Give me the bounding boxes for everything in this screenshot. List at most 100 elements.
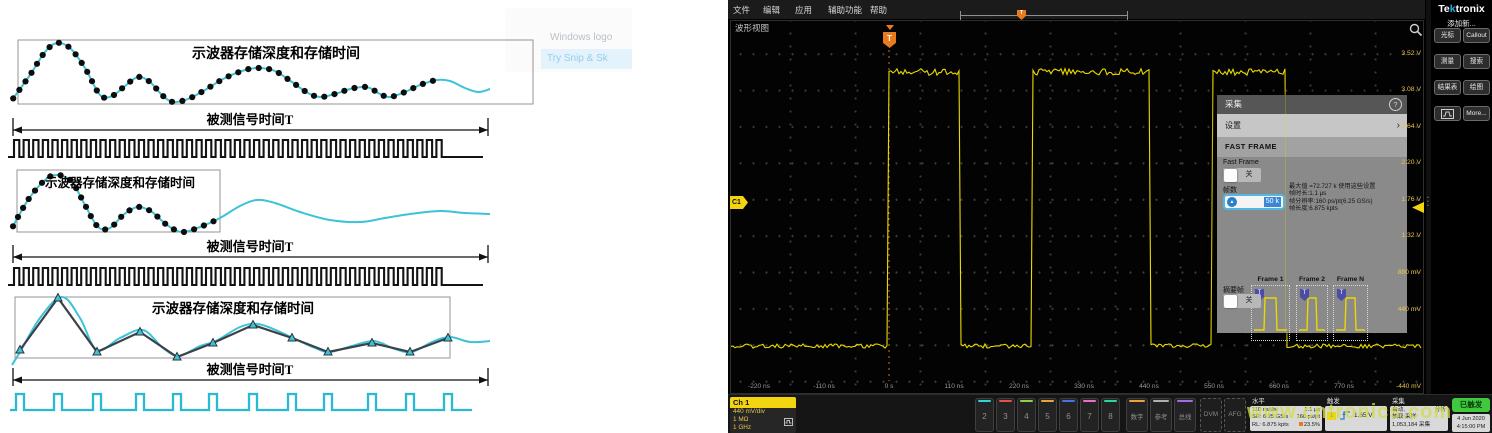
sidebar-button-绘图[interactable]: 绘图 <box>1463 80 1490 95</box>
panel-titlebar[interactable]: 采集 ? <box>1217 95 1407 114</box>
channel-3-button[interactable]: 3 <box>996 398 1015 432</box>
sample-point-dot <box>256 65 262 71</box>
fastframe-label: Fast Frame <box>1223 159 1259 166</box>
channel-2-button[interactable]: 2 <box>975 398 994 432</box>
group-button-总线[interactable]: 总线 <box>1174 398 1196 432</box>
storage-depth-title: 示波器存储深度和存储时间 <box>152 300 314 316</box>
channel-number: 3 <box>997 412 1014 421</box>
group-color-stripe <box>1153 400 1169 402</box>
channel-number: 6 <box>1060 412 1077 421</box>
x-axis-label: 220 ns <box>997 383 1041 390</box>
signal-time-label: 被测信号时间T <box>206 112 294 127</box>
y-axis-label: 440 mV <box>1373 306 1421 313</box>
group-button-数字[interactable]: 数字 <box>1126 398 1148 432</box>
channel-color-stripe <box>1104 400 1117 402</box>
group-label: 参考 <box>1151 412 1171 421</box>
x-axis-label: 550 ns <box>1192 383 1236 390</box>
channel-color-stripe <box>978 400 991 402</box>
sample-point-dot <box>401 89 407 95</box>
screenshot-root: Windows logo Try Snip & Sk 示波器存储深度和存储时间被… <box>0 0 1492 433</box>
sample-point-dot <box>245 66 251 72</box>
diagram-canvas: 示波器存储深度和存储时间被测信号时间T示波器存储深度和存储时间被测信号时间T示波… <box>0 0 728 433</box>
menu-item-4[interactable]: 辅助功能 <box>828 4 862 16</box>
afg-button[interactable]: AFG <box>1224 398 1246 432</box>
toggle-knob <box>1224 169 1237 182</box>
waveform-through-panel <box>1285 95 1286 333</box>
channel-number: 4 <box>1018 412 1035 421</box>
sample-point-dot <box>235 69 241 75</box>
sample-point-dot <box>341 88 347 94</box>
sample-point-dot <box>65 44 71 50</box>
menu-item-2[interactable]: 编辑 <box>763 4 780 16</box>
slider-right-tick <box>1127 11 1128 20</box>
channel-6-button[interactable]: 6 <box>1059 398 1078 432</box>
toggle-knob <box>1224 295 1237 308</box>
sample-point-dot <box>207 84 213 90</box>
channel1-name: Ch 1 <box>730 397 796 408</box>
dvm-button[interactable]: DVM <box>1200 398 1222 432</box>
display-plot-button[interactable] <box>1434 106 1461 121</box>
menu-item-3[interactable]: 应用 <box>795 4 812 16</box>
slider-bar <box>960 15 1128 16</box>
channel-4-button[interactable]: 4 <box>1017 398 1036 432</box>
sample-point-dot <box>78 194 84 200</box>
summary-frame-toggle[interactable]: 关 <box>1223 294 1261 308</box>
frame-box: T <box>1296 285 1328 341</box>
triggered-status-button[interactable]: 已触发 <box>1452 398 1490 412</box>
fastframe-toggle[interactable]: 关 <box>1223 168 1261 182</box>
sample-point-dot <box>266 66 272 72</box>
signal-time-label: 被测信号时间T <box>206 362 294 377</box>
help-icon[interactable]: ? <box>1389 98 1402 111</box>
sample-point-dot <box>410 85 416 91</box>
sidebar-button-光标[interactable]: 光标 <box>1434 28 1461 43</box>
zoom-icon[interactable] <box>1409 23 1423 42</box>
fastframe-info-line: 帧长度:6.875 kpts <box>1289 205 1405 212</box>
y-axis-label: 880 mV <box>1373 269 1421 276</box>
storage-depth-title: 示波器存储深度和存储时间 <box>44 175 195 190</box>
sample-point-dot <box>171 226 177 232</box>
slider-trigger-marker[interactable]: T <box>1017 10 1026 20</box>
sample-point-dot <box>169 99 175 105</box>
channel-color-stripe <box>1062 400 1075 402</box>
sample-point-dot <box>210 218 216 224</box>
menu-item-5[interactable]: 帮助 <box>870 4 887 16</box>
menu-item-1[interactable]: 文件 <box>733 4 750 16</box>
sidebar-button-测量[interactable]: 测量 <box>1434 54 1461 69</box>
sidebar-button-More...[interactable]: More... <box>1463 106 1490 121</box>
sample-point-dot <box>154 214 160 220</box>
sample-point-dot <box>276 70 282 76</box>
trigger-caret-icon <box>886 25 894 30</box>
x-axis-label: 0 s <box>867 383 911 390</box>
y-axis-label: 1.76 V <box>1373 196 1421 203</box>
channel-number: 2 <box>976 412 993 421</box>
sample-point-dot <box>119 85 125 91</box>
sample-point-dot <box>118 214 124 220</box>
sidebar-button-结果表[interactable]: 结果表 <box>1434 80 1461 95</box>
channel-5-button[interactable]: 5 <box>1038 398 1057 432</box>
sample-point-dot <box>89 78 95 84</box>
sample-point-dot <box>146 207 152 213</box>
sample-point-dot <box>381 93 387 99</box>
x-axis-label: 110 ns <box>932 383 976 390</box>
record-position-slider[interactable]: T <box>960 10 1128 22</box>
sample-point-dot <box>179 98 185 104</box>
y-axis-label: 3.52 V <box>1373 50 1421 57</box>
group-button-参考[interactable]: 参考 <box>1150 398 1172 432</box>
display-plot-icon <box>1441 109 1454 119</box>
channel-7-button[interactable]: 7 <box>1080 398 1099 432</box>
arrowhead-right-icon <box>479 377 488 384</box>
sample-point-dot <box>34 61 40 67</box>
sidebar-button-Callout[interactable]: Callout <box>1463 28 1490 43</box>
channel1-badge[interactable]: Ch 1 440 mV/div 1 MΩ 1 GHz <box>730 397 796 433</box>
sampling-clock-dense <box>8 140 483 157</box>
sample-point-dot <box>153 85 159 91</box>
frame-count-input[interactable]: ▲ 50 k <box>1223 194 1285 210</box>
sidebar-button-搜索[interactable]: 搜索 <box>1463 54 1490 69</box>
y-axis-label: 1.32 V <box>1373 232 1421 239</box>
y-axis-label-bottom: -440 mV <box>1373 383 1421 390</box>
channel-8-button[interactable]: 8 <box>1101 398 1120 432</box>
group-color-stripe <box>1177 400 1193 402</box>
toggle-state-label: 关 <box>1239 168 1259 182</box>
sample-point-dot <box>391 93 397 99</box>
sample-point-dot <box>331 91 337 97</box>
